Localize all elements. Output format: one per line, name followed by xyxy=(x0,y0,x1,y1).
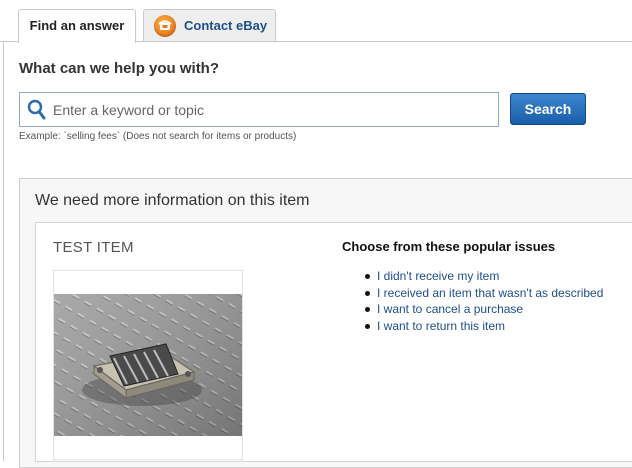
info-title: We need more information on this item xyxy=(35,192,310,209)
search-input[interactable] xyxy=(53,98,483,122)
issues-heading: Choose from these popular issues xyxy=(342,239,556,254)
tab-find-label: Find an answer xyxy=(29,18,125,33)
issue-link-cancel-purchase[interactable]: I want to cancel a purchase xyxy=(363,301,603,318)
search-icon xyxy=(27,99,47,121)
tab-find-an-answer[interactable]: Find an answer xyxy=(18,9,136,43)
phone-icon xyxy=(154,15,176,37)
issue-link-not-received[interactable]: I didn't receive my item xyxy=(363,268,603,285)
bullet xyxy=(365,290,370,296)
bullet xyxy=(365,323,370,329)
bullet xyxy=(365,307,370,312)
issue-link-return-item[interactable]: I want to return this item xyxy=(363,318,603,335)
search-heading: What can we help you with? xyxy=(19,60,220,77)
search-example: Example: `selling fees` (Does not search… xyxy=(19,131,297,142)
issue-label: I want to cancel a purchase xyxy=(377,302,524,316)
tab-contact-ebay[interactable]: Contact eBay xyxy=(143,9,276,41)
issue-label: I want to return this item xyxy=(377,318,506,333)
issue-link-not-as-described[interactable]: I received an item that wasn't as descri… xyxy=(363,285,603,302)
search-box[interactable] xyxy=(19,92,499,127)
search-button[interactable]: Search xyxy=(510,93,586,125)
item-title: TEST ITEM xyxy=(53,239,134,256)
item-image[interactable] xyxy=(54,294,242,436)
issue-label: I didn't receive my item xyxy=(377,269,500,283)
help-tabs: Find an answer Contact eBay xyxy=(0,0,632,43)
issue-label: I received an item that wasn't as descri… xyxy=(377,285,604,300)
tab-contact-label: Contact eBay xyxy=(184,18,268,33)
bullet xyxy=(365,274,370,279)
issue-list: I didn't receive my item I received an i… xyxy=(363,268,603,334)
